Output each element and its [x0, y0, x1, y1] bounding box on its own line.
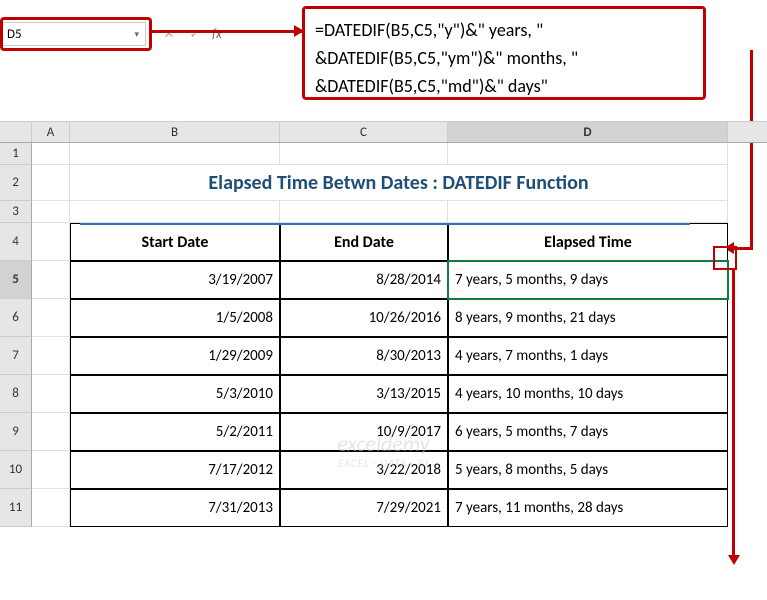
row-header-10[interactable]: 10	[0, 451, 32, 489]
cell-c5[interactable]: 8/28/2014	[280, 261, 448, 299]
cell-b5[interactable]: 3/19/2007	[70, 261, 280, 299]
cell-c6[interactable]: 10/26/2016	[280, 299, 448, 337]
cell-b10[interactable]: 7/17/2012	[70, 451, 280, 489]
annotation-arrow-right	[152, 30, 302, 34]
cell-c1[interactable]	[280, 143, 448, 165]
annotation-name-box	[0, 17, 152, 51]
fx-icon[interactable]: fx	[212, 27, 222, 42]
row-header-4[interactable]: 4	[0, 223, 32, 261]
cell-d6[interactable]: 8 years, 9 months, 21 days	[448, 299, 728, 337]
cell-a4[interactable]	[32, 223, 70, 261]
cell-d1[interactable]	[448, 143, 728, 165]
col-header-c[interactable]: C	[280, 122, 448, 142]
cell-d3[interactable]	[448, 201, 728, 223]
row-header-11[interactable]: 11	[0, 489, 32, 527]
cell-a1[interactable]	[32, 143, 70, 165]
cell-b3[interactable]	[70, 201, 280, 223]
cell-c10[interactable]: 3/22/2018	[280, 451, 448, 489]
cell-a8[interactable]	[32, 375, 70, 413]
row-header-3[interactable]: 3	[0, 201, 32, 223]
header-end[interactable]: End Date	[280, 223, 448, 261]
cell-d7[interactable]: 4 years, 7 months, 1 days	[448, 337, 728, 375]
cell-a10[interactable]	[32, 451, 70, 489]
cell-d5[interactable]: 7 years, 5 months, 9 days	[448, 261, 728, 299]
enter-icon[interactable]: ✓	[186, 27, 204, 42]
row-header-6[interactable]: 6	[0, 299, 32, 337]
cell-a11[interactable]	[32, 489, 70, 527]
cell-b6[interactable]: 1/5/2008	[70, 299, 280, 337]
spreadsheet-grid: 1 2 Elapsed Time Betwn Dates : DATEDIF F…	[0, 143, 767, 600]
cell-d8[interactable]: 4 years, 10 months, 10 days	[448, 375, 728, 413]
header-start[interactable]: Start Date	[70, 223, 280, 261]
formula-line-3: &DATEDIF(B5,C5,"md")&" days"	[315, 73, 693, 101]
cell-a3[interactable]	[32, 201, 70, 223]
row-header-5[interactable]: 5	[0, 261, 32, 299]
cell-b11[interactable]: 7/31/2013	[70, 489, 280, 527]
cell-d10[interactable]: 5 years, 8 months, 5 days	[448, 451, 728, 489]
header-elapsed[interactable]: Elapsed Time	[448, 223, 728, 261]
cell-b7[interactable]: 1/29/2009	[70, 337, 280, 375]
cell-b1[interactable]	[70, 143, 280, 165]
formula-input[interactable]: =DATEDIF(B5,C5,"y")&" years, " &DATEDIF(…	[302, 6, 706, 100]
row-header-7[interactable]: 7	[0, 337, 32, 375]
row-header-1[interactable]: 1	[0, 143, 32, 165]
cell-d9[interactable]: 6 years, 5 months, 7 days	[448, 413, 728, 451]
col-header-a[interactable]: A	[32, 122, 70, 142]
formula-line-1: =DATEDIF(B5,C5,"y")&" years, "	[315, 17, 693, 45]
cell-b9[interactable]: 5/2/2011	[70, 413, 280, 451]
cell-c9[interactable]: 10/9/2017	[280, 413, 448, 451]
cell-c7[interactable]: 8/30/2013	[280, 337, 448, 375]
cell-a9[interactable]	[32, 413, 70, 451]
select-all-corner[interactable]	[0, 122, 32, 142]
column-headers: A B C D	[0, 121, 767, 143]
row-header-9[interactable]: 9	[0, 413, 32, 451]
col-header-d[interactable]: D	[448, 122, 728, 142]
cell-a2[interactable]	[32, 165, 70, 201]
row-header-8[interactable]: 8	[0, 375, 32, 413]
cell-a7[interactable]	[32, 337, 70, 375]
annotation-fill-handle-box	[713, 246, 737, 270]
sheet-title[interactable]: Elapsed Time Betwn Dates : DATEDIF Funct…	[70, 165, 728, 201]
cell-a5[interactable]	[32, 261, 70, 299]
cell-c8[interactable]: 3/13/2015	[280, 375, 448, 413]
cell-d11[interactable]: 7 years, 11 months, 28 days	[448, 489, 728, 527]
formula-controls: ✕ ✓ fx	[154, 22, 228, 46]
formula-line-2: &DATEDIF(B5,C5,"ym")&" months, "	[315, 45, 693, 73]
cell-c11[interactable]: 7/29/2021	[280, 489, 448, 527]
row-header-2[interactable]: 2	[0, 165, 32, 201]
cell-a6[interactable]	[32, 299, 70, 337]
col-header-b[interactable]: B	[70, 122, 280, 142]
annotation-arrowhead-down	[728, 555, 740, 565]
annotation-arrow-down	[732, 268, 735, 558]
cell-c3[interactable]	[280, 201, 448, 223]
title-underline	[80, 223, 690, 225]
cell-b8[interactable]: 5/3/2010	[70, 375, 280, 413]
cancel-icon[interactable]: ✕	[160, 27, 178, 42]
